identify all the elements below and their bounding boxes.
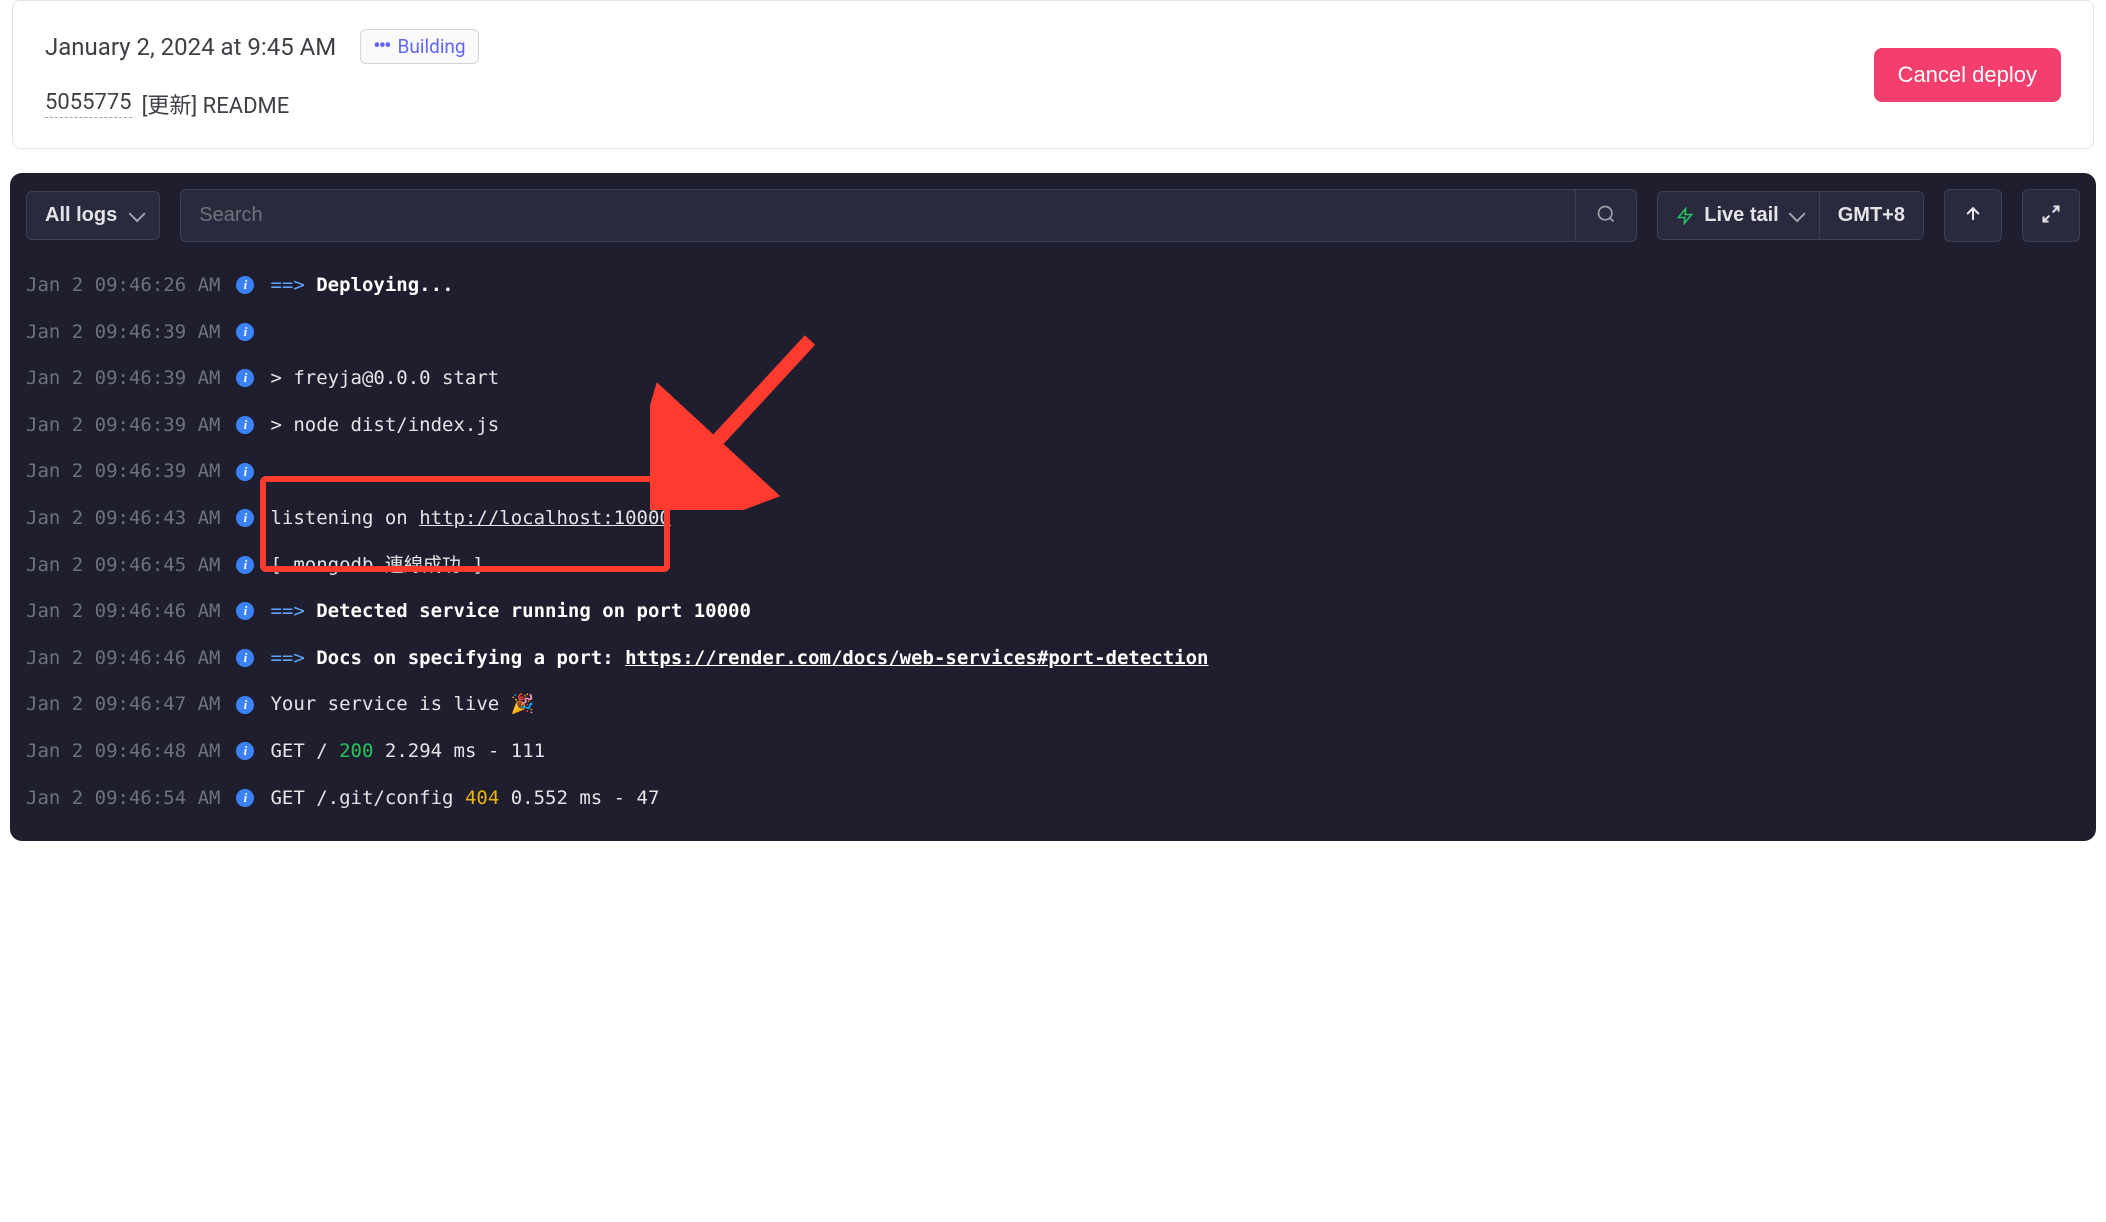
log-message: ==> Detected service running on port 100… — [270, 598, 750, 625]
timezone-label: GMT+8 — [1838, 204, 1905, 227]
log-timestamp: Jan 2 09:46:47 AM — [26, 691, 220, 718]
loading-dots-icon: ••• — [373, 36, 389, 58]
deploy-timestamp: January 2, 2024 at 9:45 AM — [45, 33, 336, 61]
log-line: Jan 2 09:46:45 AM i [ mongodb 連線成功 ] — [26, 542, 2080, 589]
log-line: Jan 2 09:46:46 AM i ==> Detected service r… — [26, 588, 2080, 635]
log-message: [ mongodb 連線成功 ] — [270, 552, 483, 579]
deploy-top-row: January 2, 2024 at 9:45 AM ••• Building — [45, 29, 479, 64]
fullscreen-button[interactable] — [2022, 189, 2080, 242]
filter-label: All logs — [45, 204, 117, 227]
commit-message: [更新] README — [142, 88, 290, 120]
log-lines-container[interactable]: Jan 2 09:46:26 AMi==> Deploying...Jan 2 … — [10, 258, 2096, 841]
log-message: ==> Deploying... — [270, 272, 453, 299]
info-icon: i — [236, 556, 254, 574]
log-line: Jan 2 09:46:26 AM i ==> Deploying... — [26, 262, 2080, 309]
log-message: > freyja@0.0.0 start — [270, 365, 499, 392]
log-line: Jan 2 09:46:39 AM i > node dist/index.js — [26, 402, 2080, 449]
logs-toolbar: All logs Live tail GMT+8 — [10, 173, 2096, 258]
info-icon: i — [236, 276, 254, 294]
log-timestamp: Jan 2 09:46:46 AM — [26, 598, 220, 625]
live-tail-button[interactable]: Live tail — [1658, 192, 1818, 239]
live-tail-label: Live tail — [1704, 204, 1778, 227]
log-line: Jan 2 09:46:54 AM i GET /.git/config 404 0… — [26, 775, 2080, 822]
livetail-group: Live tail GMT+8 — [1657, 191, 1924, 240]
info-icon: i — [236, 696, 254, 714]
log-line: Jan 2 09:46:39 AM i > freyja@0.0.0 start — [26, 355, 2080, 402]
info-icon: i — [236, 789, 254, 807]
log-filter-dropdown[interactable]: All logs — [26, 191, 160, 240]
logs-panel: All logs Live tail GMT+8 — [10, 173, 2096, 841]
log-timestamp: Jan 2 09:46:26 AM — [26, 272, 220, 299]
search-button[interactable] — [1575, 190, 1636, 241]
info-icon: i — [236, 416, 254, 434]
log-message: GET /.git/config 404 0.552 ms - 47 — [270, 785, 659, 812]
arrow-up-icon — [1963, 204, 1983, 224]
deploy-info: January 2, 2024 at 9:45 AM ••• Building … — [45, 29, 479, 120]
log-timestamp: Jan 2 09:46:45 AM — [26, 552, 220, 579]
log-link[interactable]: https://render.com/docs/web-services#por… — [625, 647, 1208, 669]
log-timestamp: Jan 2 09:46:39 AM — [26, 412, 220, 439]
log-timestamp: Jan 2 09:46:43 AM — [26, 505, 220, 532]
chevron-down-icon — [129, 205, 146, 222]
log-line: Jan 2 09:46:48 AM i GET / 200 2.294 ms - 1… — [26, 728, 2080, 775]
bolt-icon — [1676, 207, 1694, 225]
commit-hash[interactable]: 5055775 — [45, 90, 132, 118]
log-timestamp: Jan 2 09:46:48 AM — [26, 738, 220, 765]
log-line: Jan 2 09:46:47 AM i Your service is live 🎉 — [26, 681, 2080, 728]
building-status-badge: ••• Building — [360, 29, 478, 64]
deploy-header-card: January 2, 2024 at 9:45 AM ••• Building … — [12, 0, 2094, 149]
info-icon: i — [236, 463, 254, 481]
info-icon: i — [236, 602, 254, 620]
timezone-button[interactable]: GMT+8 — [1819, 192, 1923, 239]
log-message: ==> Docs on specifying a port: https://r… — [270, 645, 1208, 672]
log-line: Jan 2 09:46:39 AM i — [26, 309, 2080, 356]
info-icon: i — [236, 742, 254, 760]
chevron-down-icon — [1788, 205, 1805, 222]
log-timestamp: Jan 2 09:46:39 AM — [26, 365, 220, 392]
log-timestamp: Jan 2 09:46:54 AM — [26, 785, 220, 812]
log-line: Jan 2 09:46:39 AM i — [26, 448, 2080, 495]
scroll-up-button[interactable] — [1944, 189, 2002, 242]
log-line: Jan 2 09:46:43 AM i listening on http://lo… — [26, 495, 2080, 542]
commit-info: 5055775 [更新] README — [45, 88, 479, 120]
log-message: listening on http://localhost:10000 — [270, 505, 670, 532]
log-link[interactable]: http://localhost:10000 — [419, 507, 671, 529]
info-icon: i — [236, 323, 254, 341]
search-icon — [1596, 204, 1616, 224]
log-search-wrap — [180, 189, 1637, 242]
cancel-deploy-button[interactable]: Cancel deploy — [1874, 48, 2061, 102]
info-icon: i — [236, 649, 254, 667]
info-icon: i — [236, 509, 254, 527]
info-icon: i — [236, 369, 254, 387]
log-search-input[interactable] — [181, 190, 1575, 241]
expand-icon — [2041, 204, 2061, 224]
log-timestamp: Jan 2 09:46:39 AM — [26, 458, 220, 485]
log-message: Your service is live 🎉 — [270, 691, 534, 718]
log-message: > node dist/index.js — [270, 412, 499, 439]
log-timestamp: Jan 2 09:46:46 AM — [26, 645, 220, 672]
log-line: Jan 2 09:46:46 AM i ==> Docs on specifying… — [26, 635, 2080, 682]
log-timestamp: Jan 2 09:46:39 AM — [26, 319, 220, 346]
status-label: Building — [398, 35, 466, 58]
log-message: GET / 200 2.294 ms - 111 — [270, 738, 545, 765]
